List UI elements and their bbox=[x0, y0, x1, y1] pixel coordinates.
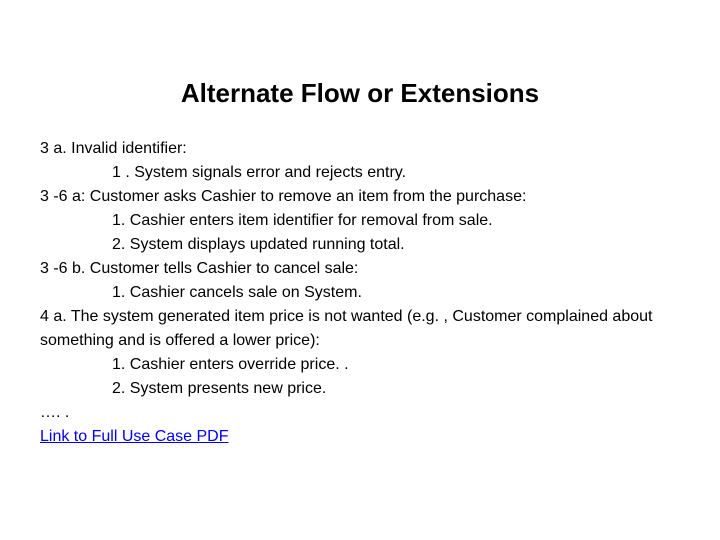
ellipsis-line: …. . bbox=[40, 401, 680, 425]
ext-3-6b-step-1: 1. Cashier cancels sale on System. bbox=[40, 281, 680, 305]
ext-3-6a-step-2: 2. System displays updated running total… bbox=[40, 233, 680, 257]
ext-3a-step-1: 1 . System signals error and rejects ent… bbox=[40, 161, 680, 185]
ext-3-6a-step-1: 1. Cashier enters item identifier for re… bbox=[40, 209, 680, 233]
ext-3a-heading: 3 a. Invalid identifier: bbox=[40, 137, 680, 161]
full-use-case-link[interactable]: Link to Full Use Case PDF bbox=[40, 428, 229, 445]
ext-3-6b-heading: 3 -6 b. Customer tells Cashier to cancel… bbox=[40, 257, 680, 281]
body-text: 3 a. Invalid identifier: 1 . System sign… bbox=[40, 137, 680, 449]
ext-4a-step-2: 2. System presents new price. bbox=[40, 377, 680, 401]
ext-4a-heading: 4 a. The system generated item price is … bbox=[40, 305, 680, 353]
page-title: Alternate Flow or Extensions bbox=[40, 78, 680, 109]
slide: Alternate Flow or Extensions 3 a. Invali… bbox=[0, 0, 720, 449]
ext-3-6a-heading: 3 -6 a: Customer asks Cashier to remove … bbox=[40, 185, 680, 209]
ext-4a-step-1: 1. Cashier enters override price. . bbox=[40, 353, 680, 377]
